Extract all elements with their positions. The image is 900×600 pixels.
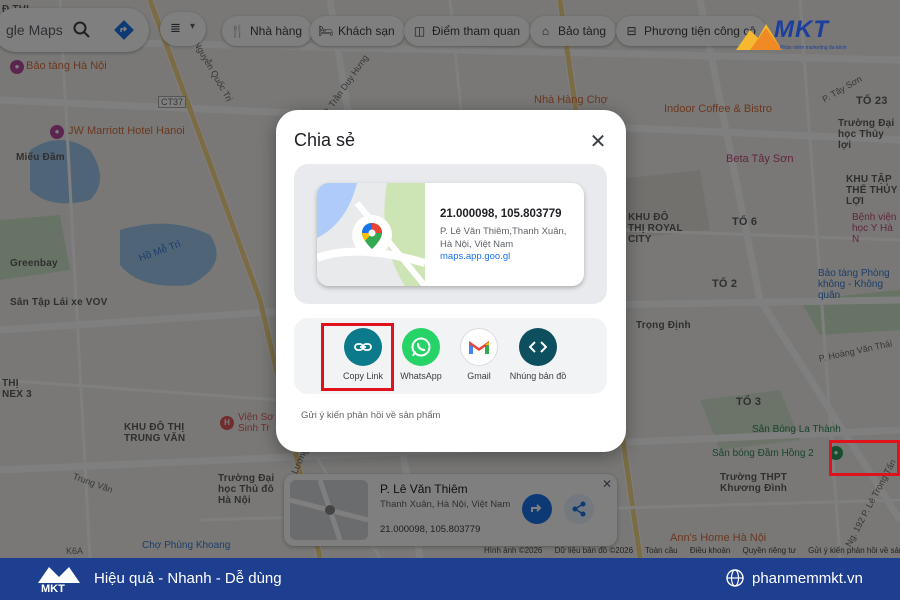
preview-address: P. Lê Văn Thiêm,Thanh Xuân, Hà Nội, Việt… xyxy=(440,226,567,250)
embed-map-button[interactable]: Nhúng bản đồ xyxy=(506,328,570,381)
mkt-logo: MKT Phần mềm marketing đa kênh xyxy=(736,14,886,58)
share-option-label: Nhúng bản đồ xyxy=(509,371,567,381)
preview-link[interactable]: maps.app.goo.gl xyxy=(440,251,510,262)
footer-banner: MKT Hiệu quả - Nhanh - Dễ dùng phanmemmk… xyxy=(0,558,900,600)
feedback-link[interactable]: Gửi ý kiến phản hồi về sản phẩm xyxy=(301,410,440,421)
gmail-button[interactable]: Gmail xyxy=(447,328,511,381)
whatsapp-icon xyxy=(402,328,440,366)
footer-website[interactable]: phanmemmkt.vn xyxy=(752,570,863,587)
logo-tagline: Phần mềm marketing đa kênh xyxy=(780,45,847,51)
embed-icon xyxy=(519,328,557,366)
dialog-title: Chia sẻ xyxy=(294,130,356,150)
footer-logo: MKT xyxy=(34,561,84,597)
share-option-label: WhatsApp xyxy=(400,371,442,381)
globe-icon xyxy=(726,569,744,587)
logo-text: MKT xyxy=(774,16,829,43)
footer-logo-text: MKT xyxy=(41,583,65,595)
footer-slogan: Hiệu quả - Nhanh - Dễ dùng xyxy=(94,570,282,587)
preview-card[interactable]: 21.000098, 105.803779 P. Lê Văn Thiêm,Th… xyxy=(317,183,584,286)
share-dialog: Chia sẻ ✕ 21.000098, 105.803779 P. Lê Vă… xyxy=(276,110,626,452)
preview-coords: 21.000098, 105.803779 xyxy=(440,208,562,220)
google-maps-pin-icon xyxy=(362,223,382,249)
gmail-icon xyxy=(460,328,498,366)
close-icon[interactable]: ✕ xyxy=(588,132,608,152)
copy-link-highlight xyxy=(321,323,394,391)
share-preview: 21.000098, 105.803779 P. Lê Văn Thiêm,Th… xyxy=(294,164,607,304)
location-highlight xyxy=(829,440,900,476)
share-option-label: Gmail xyxy=(467,371,491,381)
whatsapp-button[interactable]: WhatsApp xyxy=(389,328,453,381)
